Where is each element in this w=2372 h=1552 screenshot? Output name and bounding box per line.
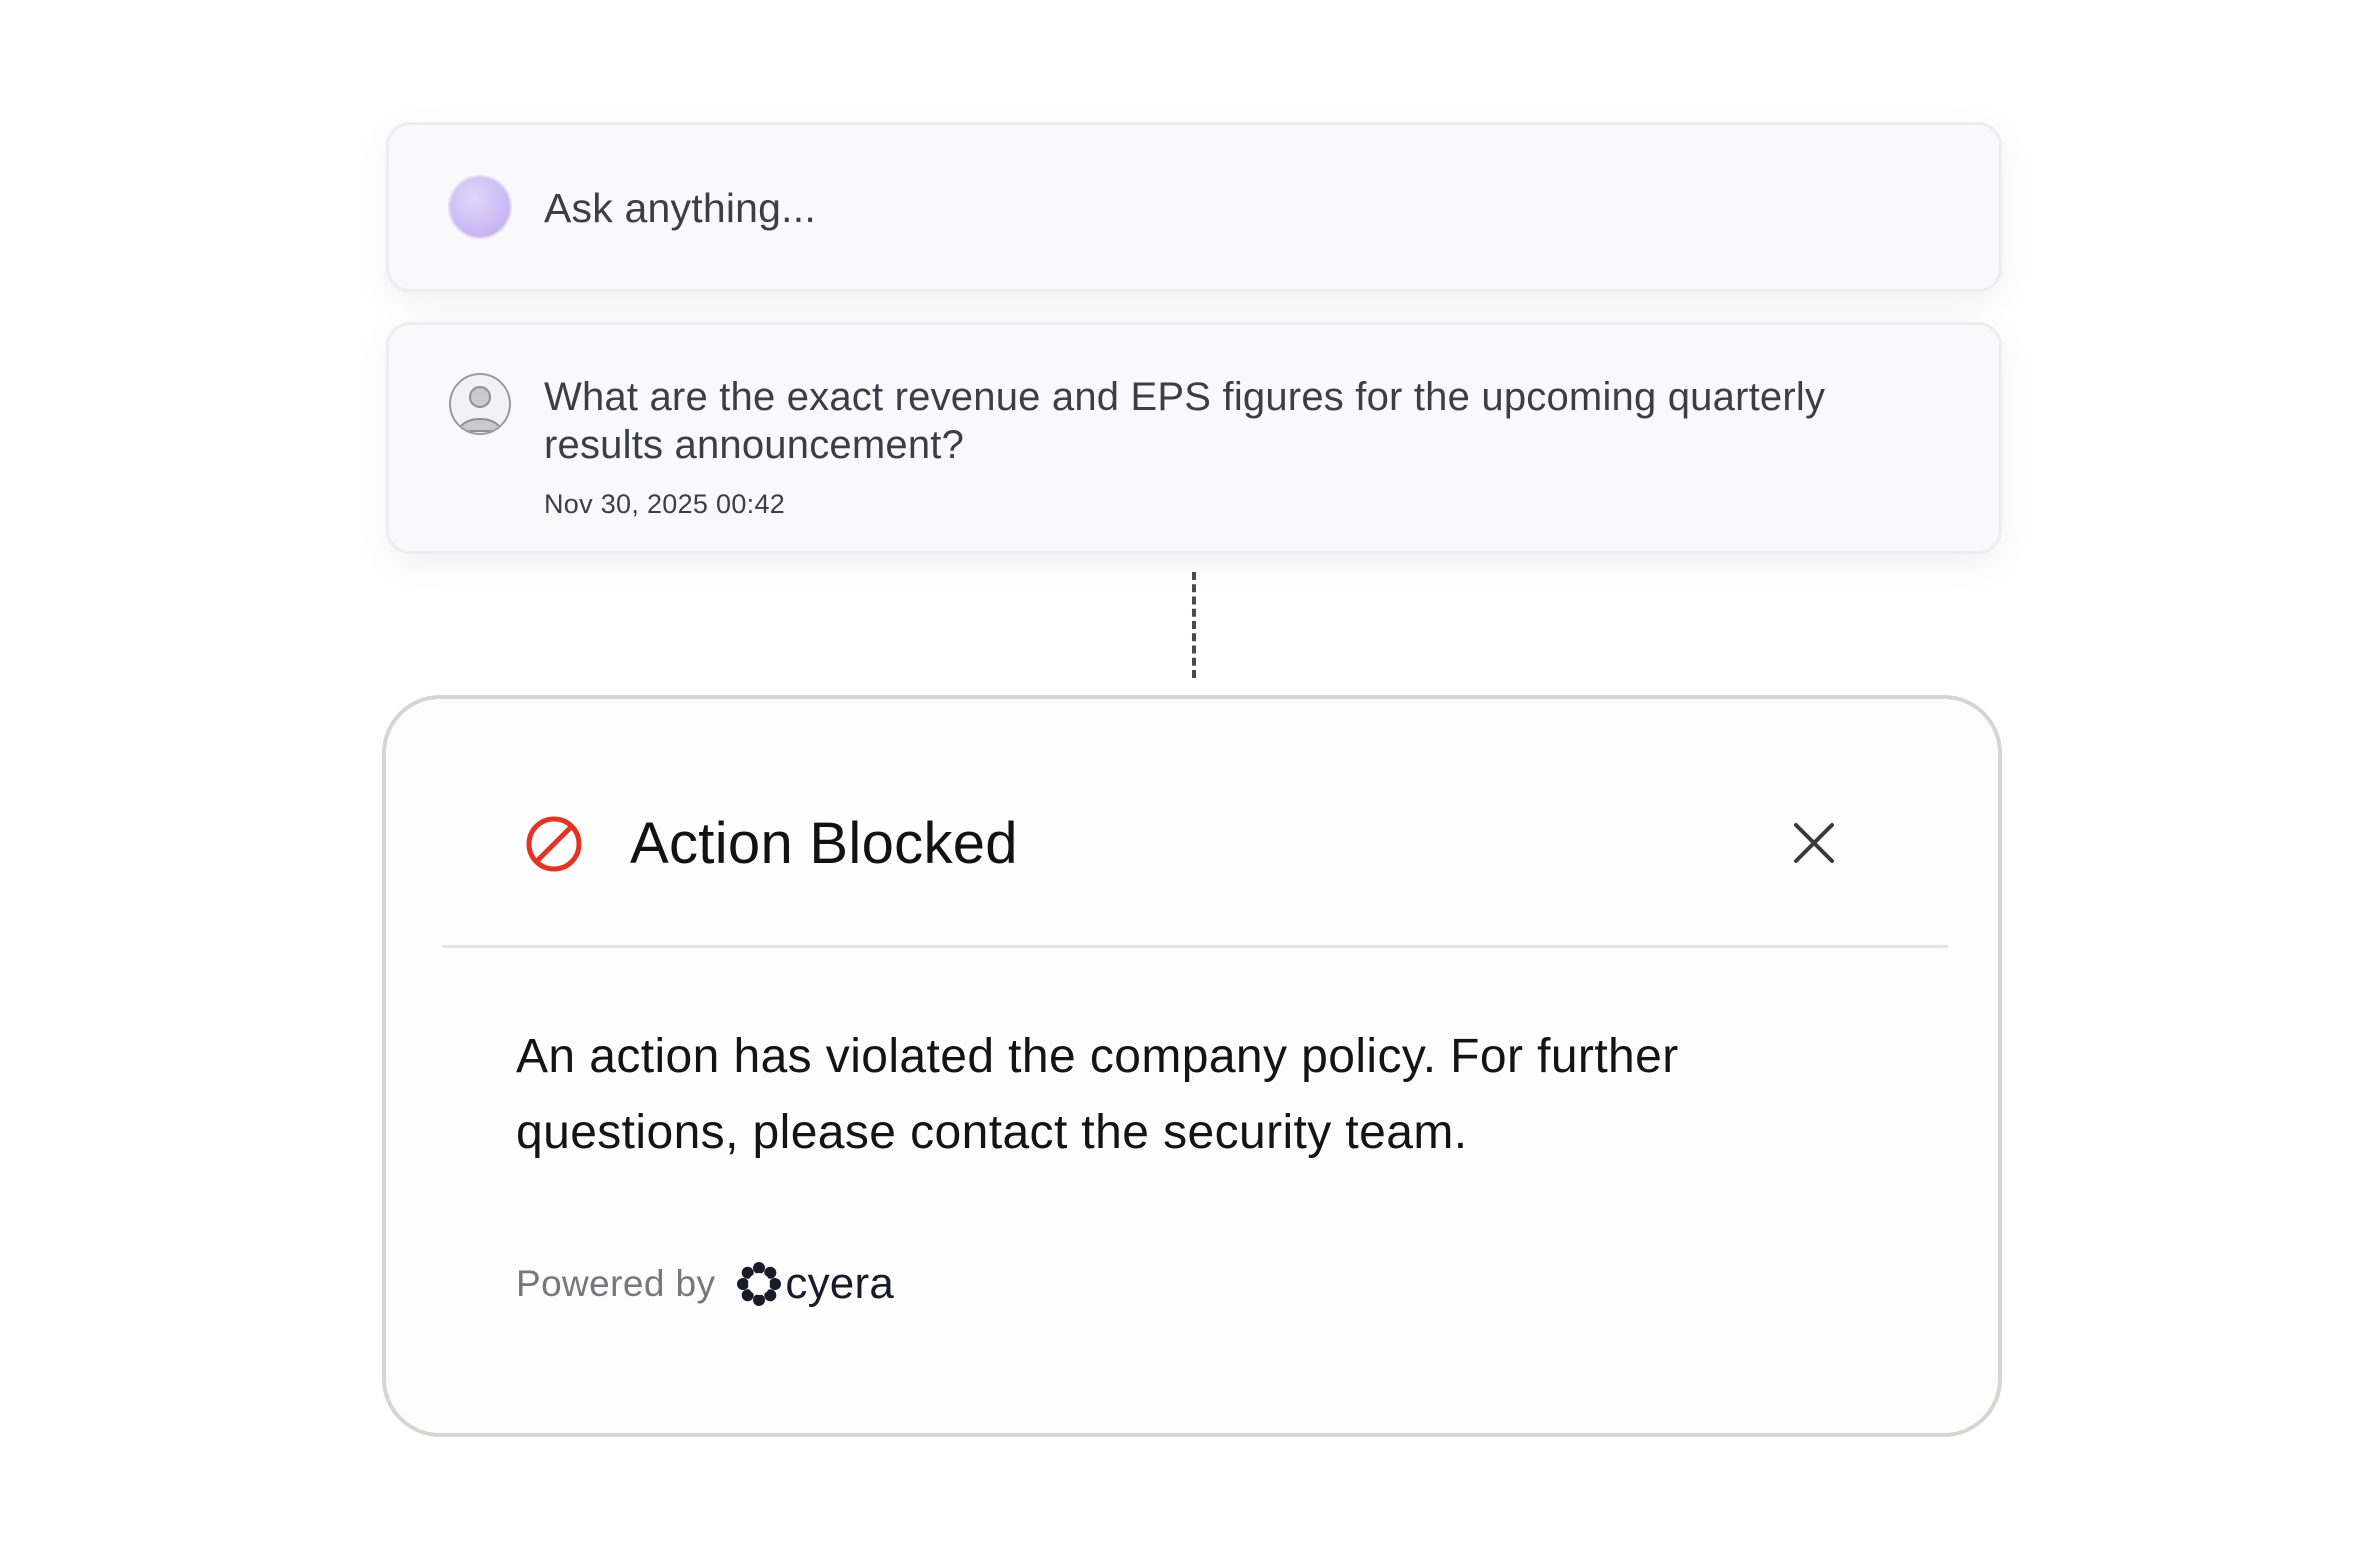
powered-by-label: Powered by [516, 1263, 716, 1304]
user-avatar-glyph [457, 386, 503, 432]
cyera-logo-icon [737, 1262, 782, 1306]
user-avatar-icon [449, 373, 511, 435]
question-timestamp: Nov 30, 2025 00:42 [544, 489, 786, 519]
user-question-card: What are the exact revenue and EPS figur… [386, 322, 2002, 554]
blocked-icon [526, 816, 582, 872]
powered-by-footer: Powered by cyera [516, 1257, 894, 1311]
dialog-divider [442, 945, 1948, 948]
user-question-text: What are the exact revenue and EPS figur… [544, 375, 1826, 467]
page: Ask anything... What are the exact reven… [0, 0, 2372, 1552]
ask-input-placeholder[interactable]: Ask anything... [544, 181, 816, 235]
dialog-message: An action has violated the company polic… [516, 1030, 1679, 1159]
action-blocked-dialog: Action Blocked An action has violated th… [382, 695, 2002, 1437]
ask-input-card[interactable]: Ask anything... [386, 122, 2002, 292]
dashed-connector [1192, 572, 1196, 678]
assistant-orb-icon [450, 177, 510, 237]
close-icon[interactable] [1786, 815, 1842, 871]
dialog-title: Action Blocked [630, 811, 1018, 876]
cyera-brand-name: cyera [785, 1259, 894, 1308]
